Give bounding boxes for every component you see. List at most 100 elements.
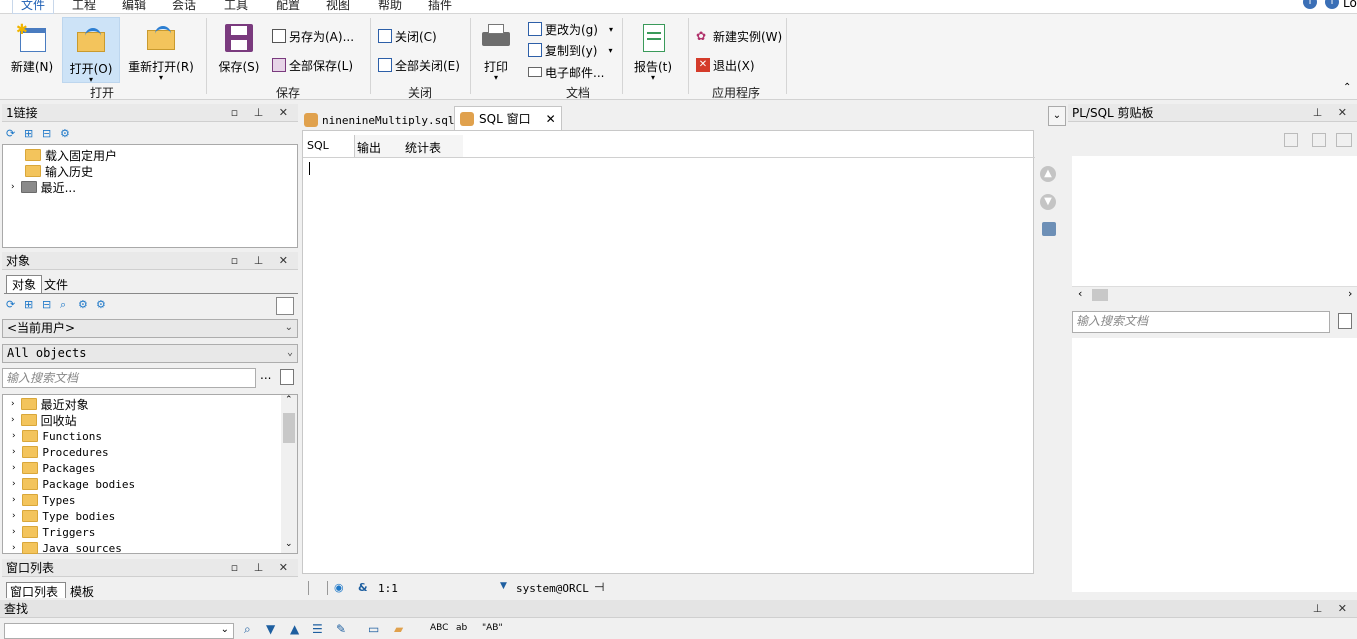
connect-icon[interactable]: ⚙ [60,127,70,140]
tab-templates[interactable]: 模板 [70,583,94,600]
object-tree-scrollbar[interactable]: ⌃ ⌄ [281,395,297,553]
connection-dropdown-icon[interactable]: ▼ [500,581,507,591]
copy-icon[interactable] [1284,133,1298,147]
more-options-button[interactable]: ... [260,368,271,382]
exit-button[interactable]: ✕ 退出(X) [696,56,755,74]
execute-icon[interactable]: ◉ [334,581,344,594]
tab-window-list[interactable]: 窗口列表 [6,582,66,598]
highlight-icon[interactable]: ✎ [336,622,346,636]
new-instance-button[interactable]: ✿ 新建实例(W) [696,27,782,45]
email-button[interactable]: 电子邮件... [528,63,604,81]
collapse-ribbon-icon[interactable]: ⌃ [1343,82,1351,93]
clipboard-hscrollbar[interactable]: ‹ › [1072,286,1357,302]
menu-view[interactable]: 视图 [326,0,350,13]
menu-help[interactable]: 帮助 [378,0,402,13]
tab-list-dropdown[interactable]: ⌄ [1048,106,1066,126]
filter-icon[interactable]: ⚙ [78,298,88,311]
tree-item-procedures[interactable]: › Procedures [11,444,109,460]
find-input[interactable]: ⌄ [4,623,234,639]
match-case-icon[interactable]: ABC [430,623,448,633]
close-button[interactable]: 关闭(C) [378,27,437,45]
user-select[interactable]: <当前用户> ⌄ [2,319,298,338]
tab-ninenine-multiply[interactable]: ninenineMultiply.sql [304,110,454,130]
close-tab-icon[interactable]: ✕ [546,112,556,126]
close-all-button[interactable]: 全部关闭(E) [378,56,460,74]
save-as-button[interactable]: 另存为(A)... [272,27,354,45]
tree-item-recycle-bin[interactable]: › 回收站 [11,412,77,428]
refresh-icon[interactable]: ⟳ [6,298,15,311]
reopen-button[interactable]: 重新打开(R) ▾ [124,16,198,82]
panel-controls[interactable]: ▫ ⊥ ✕ [231,104,294,122]
find-prev-icon[interactable]: ▲ [290,622,299,636]
tree-item-type-bodies[interactable]: › Type bodies [11,508,115,524]
clear-icon[interactable] [1336,133,1352,147]
menu-file[interactable]: 文件 [12,0,55,14]
tree-item-triggers[interactable]: › Triggers [11,524,95,540]
tree-item-history[interactable]: 输入历史 [25,163,93,179]
find-next-icon[interactable]: ▼ [266,622,275,636]
copy-to-button[interactable]: 复制到(y) ▾ [528,41,612,59]
report-button[interactable]: 报告(t) ▾ [628,16,678,82]
settings-icon[interactable]: ⚙ [96,298,106,311]
window-icon[interactable]: ▭ [368,622,379,636]
ampersand-icon[interactable]: & [358,581,368,594]
subtab-output[interactable]: 输出 [355,135,403,157]
info-icon[interactable]: i [1303,0,1317,9]
arrow-up-icon[interactable]: ▲ [1040,166,1056,182]
change-to-button[interactable]: 更改为(g) ▾ [528,20,613,38]
login-label[interactable]: Lo [1343,0,1357,10]
object-filter-select[interactable]: All objects ⌄ [2,344,298,363]
expand-icon[interactable]: ⊞ [24,127,33,140]
pin-icon[interactable]: ⊣ [594,580,604,594]
print-button[interactable]: 打印 ▾ [476,16,516,82]
subtab-statistics[interactable]: 统计表 [403,135,463,157]
tree-item-recent[interactable]: › 最近... [11,179,76,195]
clipboard-search-input[interactable]: 输入搜索文档 [1072,311,1330,333]
tree-item-functions[interactable]: › Functions [11,428,102,444]
subtab-sql[interactable]: SQL [303,135,355,157]
save-all-button[interactable]: 全部保存(L) [272,56,353,74]
menu-tools[interactable]: 工具 [224,0,248,13]
menu-session[interactable]: 会话 [172,0,196,13]
menu-project[interactable]: 工程 [72,0,96,13]
tree-item-java-sources[interactable]: › Java sources [11,540,122,556]
panel-controls[interactable]: ▫ ⊥ ✕ [231,252,294,270]
new-note-icon[interactable] [1338,313,1352,329]
sql-editor-area[interactable]: SQL 输出 统计表 [302,130,1035,574]
folder-icon[interactable]: ▰ [394,622,403,636]
tree-item-package-bodies[interactable]: › Package bodies [11,476,135,492]
history-icon[interactable] [1042,222,1056,236]
object-search-input[interactable]: 输入搜索文档 [2,368,256,388]
paste-icon[interactable] [1312,133,1326,147]
panel-controls[interactable]: ⊥ ✕ [1313,600,1353,618]
open-button[interactable]: 打开(O) ▾ [62,17,120,84]
panel-controls[interactable]: ▫ ⊥ ✕ [231,559,294,577]
options-checkbox[interactable] [276,297,294,315]
tab-files[interactable]: 文件 [44,276,68,293]
expand-icon[interactable]: ⊞ [24,298,33,311]
tab-sql-window[interactable]: SQL 窗口 ✕ [454,106,562,130]
list-icon[interactable]: ☰ [312,622,323,636]
whole-word-icon[interactable]: ab [456,623,467,633]
menu-plugins[interactable]: 插件 [428,0,452,13]
arrow-down-icon[interactable]: ▼ [1040,194,1056,210]
collapse-icon[interactable]: ⊟ [42,127,51,140]
save-button[interactable]: 保存(S) [214,16,264,80]
tab-objects[interactable]: 对象 [6,275,42,293]
tree-item-fixed-users[interactable]: 载入固定用户 [25,147,117,163]
tree-item-types[interactable]: › Types [11,492,76,508]
tree-item-packages[interactable]: › Packages [11,460,95,476]
find-icon[interactable]: ⌕ [244,622,251,637]
menu-edit[interactable]: 编辑 [122,0,146,13]
tree-item-recent-objects[interactable]: › 最近对象 [11,396,89,412]
about-icon[interactable]: i [1325,0,1339,9]
menu-config[interactable]: 配置 [276,0,300,13]
connection-status[interactable]: system@ORCL [516,582,589,595]
regex-icon[interactable]: "AB" [482,623,503,633]
collapse-icon[interactable]: ⊟ [42,298,51,311]
find-icon[interactable]: ⌕ [60,298,66,312]
new-button[interactable]: ✱ 新建(N) [4,16,60,80]
refresh-icon[interactable]: ⟳ [6,127,15,140]
expand-arrow-icon[interactable]: › [11,182,15,192]
new-note-icon[interactable] [280,369,294,385]
